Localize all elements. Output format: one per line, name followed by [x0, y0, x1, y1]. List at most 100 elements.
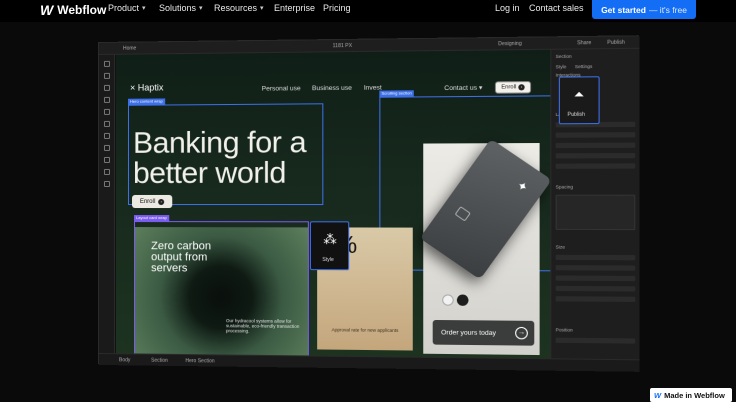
chip-icon: [455, 206, 471, 222]
nav-enterprise[interactable]: Enterprise: [274, 3, 315, 13]
webflow-logo-icon: W: [654, 391, 661, 400]
site-enroll-button[interactable]: Enroll ›: [495, 81, 531, 94]
carbon-note: Our hydracool systems allow for sustaina…: [226, 318, 302, 334]
site-link-contact[interactable]: Contact us ▾: [444, 84, 482, 93]
arrow-icon: ›: [158, 198, 164, 204]
nav-product[interactable]: Product ▾: [108, 3, 146, 13]
variables-icon[interactable]: [103, 109, 109, 115]
hero-line-2: better world: [133, 158, 306, 189]
site-logo[interactable]: × Haptix: [130, 82, 163, 92]
users-icon[interactable]: [103, 157, 109, 163]
canvas-size: 1181 PX: [333, 43, 352, 49]
position-control[interactable]: [556, 338, 636, 344]
chevron-down-icon: ▾: [260, 4, 264, 12]
panel-style-tab[interactable]: Style: [556, 64, 567, 69]
panel-settings-tab[interactable]: Settings: [575, 64, 592, 69]
carbon-tag: Layout card wrap: [134, 215, 169, 221]
hero-enroll-button[interactable]: Enroll ›: [132, 195, 172, 208]
size-control[interactable]: [556, 296, 636, 302]
publish-top-button[interactable]: Publish: [607, 40, 625, 46]
breadcrumb-hero-section[interactable]: Hero Section: [185, 358, 214, 364]
share-button[interactable]: Share: [577, 40, 591, 46]
panel-section: Section: [556, 54, 572, 59]
made-in-webflow-label: Made in Webflow: [664, 391, 725, 400]
site-link-business[interactable]: Business use: [312, 85, 352, 92]
order-button[interactable]: Order yours today →: [433, 320, 535, 346]
layout-control[interactable]: [556, 132, 636, 138]
nav-pricing[interactable]: Pricing: [323, 3, 351, 13]
style-label: Style: [322, 257, 333, 263]
nav-product-label: Product: [108, 3, 139, 13]
site-enroll-label: Enroll: [501, 84, 516, 90]
nav-pricing-label: Pricing: [323, 3, 351, 13]
designer-window: Home 1181 PX Designing Share Publish × H…: [98, 35, 639, 371]
chevron-down-icon: ▾: [199, 4, 203, 12]
nav-enterprise-label: Enterprise: [274, 3, 315, 13]
droplets-icon: ⁂: [323, 231, 336, 247]
nav-resources-label: Resources: [214, 3, 257, 13]
nav-solutions[interactable]: Solutions ▾: [159, 3, 203, 13]
left-toolbar: [99, 55, 115, 353]
carbon-title: Zero carbon output from servers: [151, 241, 211, 274]
order-label: Order yours today: [441, 329, 496, 337]
carbon-title-3: servers: [151, 263, 211, 274]
arrow-right-icon: →: [515, 327, 528, 340]
color-swatch-light[interactable]: [442, 294, 454, 305]
nav-solutions-label: Solutions: [159, 3, 196, 13]
webflow-logo-icon: W: [40, 2, 53, 18]
publish-label: Publish: [567, 112, 585, 118]
size-control[interactable]: [556, 265, 636, 271]
pages-icon[interactable]: [103, 73, 109, 79]
page-selector[interactable]: Home: [123, 46, 136, 52]
breadcrumb-body[interactable]: Body: [119, 357, 130, 363]
stat-note: Approval rate for new applicants: [332, 327, 399, 333]
ecommerce-icon[interactable]: [103, 169, 109, 175]
apps-icon[interactable]: [103, 181, 109, 187]
panel-position: Position: [556, 327, 573, 332]
card-tag: Scrolling section: [379, 90, 414, 96]
layout-control[interactable]: [556, 153, 636, 158]
cta-label: Get started: [601, 5, 646, 15]
size-control[interactable]: [556, 275, 636, 281]
breadcrumb-section[interactable]: Section: [151, 358, 168, 364]
cms-icon[interactable]: [103, 145, 109, 151]
hero-enroll-label: Enroll: [140, 198, 155, 204]
hero-line-1: Banking for a: [133, 128, 306, 159]
panel-size: Size: [556, 244, 565, 249]
arrow-icon: ›: [518, 84, 524, 90]
styles-icon[interactable]: [103, 121, 109, 127]
navigator-icon[interactable]: [103, 85, 109, 91]
carbon-card: Zero carbon output from servers Our hydr…: [135, 227, 308, 355]
publish-popover[interactable]: ⏶ Publish: [559, 76, 600, 124]
size-control[interactable]: [556, 286, 636, 292]
site-brand: Haptix: [138, 82, 164, 92]
brand-name: Webflow: [57, 3, 106, 17]
color-swatch-dark[interactable]: [457, 294, 469, 305]
hero-heading: Banking for a better world: [133, 128, 306, 189]
mode-status[interactable]: Designing: [498, 41, 522, 47]
layout-control[interactable]: [556, 163, 636, 168]
rocket-icon: ⏶: [574, 87, 584, 103]
webflow-logo[interactable]: W Webflow: [40, 2, 106, 18]
hero-tag: Hero content wrap: [128, 98, 165, 104]
login-link[interactable]: Log in: [495, 3, 520, 13]
components-icon[interactable]: [103, 97, 109, 103]
assets-icon[interactable]: [103, 133, 109, 139]
contact-sales-link[interactable]: Contact sales: [529, 3, 584, 13]
nav-resources[interactable]: Resources ▾: [214, 3, 264, 13]
spacing-box[interactable]: [556, 195, 636, 230]
layout-control[interactable]: [556, 143, 636, 149]
size-control[interactable]: [556, 255, 636, 261]
panel-spacing: Spacing: [556, 184, 573, 189]
contact-us-label: Contact us: [444, 85, 477, 92]
contact-sales-label: Contact sales: [529, 3, 584, 13]
get-started-button[interactable]: Get started — it's free: [592, 0, 696, 19]
design-canvas[interactable]: × Haptix Personal use Business use Inves…: [116, 50, 550, 358]
cta-suffix: — it's free: [649, 5, 687, 15]
top-nav: W Webflow Product ▾ Solutions ▾ Resources ▾…: [0, 0, 736, 22]
site-link-personal[interactable]: Personal use: [262, 85, 301, 92]
add-icon[interactable]: [103, 61, 109, 67]
chevron-down-icon: ▾: [142, 4, 146, 12]
sparkle-icon: ✦: [514, 178, 531, 196]
style-tooltip[interactable]: ⁂ Style: [310, 221, 349, 270]
